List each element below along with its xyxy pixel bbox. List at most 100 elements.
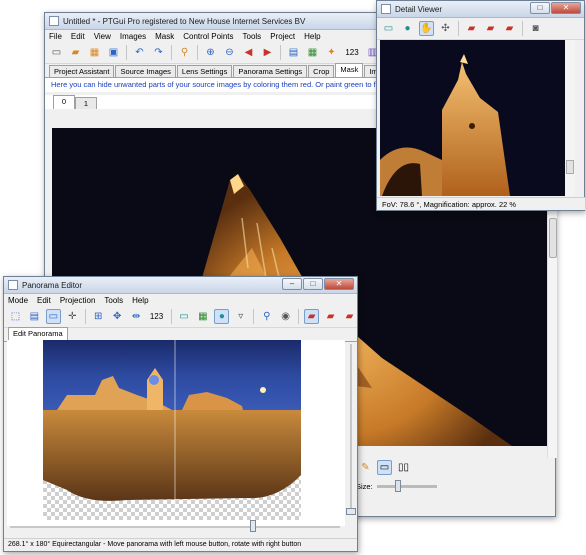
view-split-icon[interactable]: ▯▯ xyxy=(396,460,411,475)
preview-eye-icon[interactable]: ◉ xyxy=(278,309,293,324)
straighten-icon[interactable]: ⇹ xyxy=(129,309,144,324)
tab-panorama-settings[interactable]: Panorama Settings xyxy=(233,65,308,77)
brush-size-slider[interactable] xyxy=(376,480,437,492)
pano-menu-tools[interactable]: Tools xyxy=(104,296,123,305)
detail-cathedral-photo xyxy=(380,40,570,196)
menu-view[interactable]: View xyxy=(94,32,111,41)
pano-horizontal-slider[interactable] xyxy=(8,520,342,532)
pano-menu-projection[interactable]: Projection xyxy=(60,296,96,305)
pano-frame-icon[interactable]: ▭ xyxy=(177,309,192,324)
image-tab-1[interactable]: 1 xyxy=(75,97,97,109)
redo-icon[interactable]: ↷ xyxy=(151,45,166,60)
fit-panorama-icon[interactable]: ⊞ xyxy=(91,309,106,324)
pano-horizontal-knob[interactable] xyxy=(250,520,256,532)
panorama-preview-image xyxy=(43,340,301,520)
detail-viewer-title: Detail Viewer xyxy=(395,4,442,14)
view-single-icon[interactable]: ▭ xyxy=(377,460,392,475)
pano-zoom-icon[interactable]: ⚲ xyxy=(259,309,274,324)
pano-vertical-slider[interactable] xyxy=(346,340,356,526)
detail-titlebar[interactable]: Detail Viewer □ ✕ xyxy=(377,1,584,18)
tab-mask[interactable]: Mask xyxy=(335,63,364,77)
zoom-in-icon[interactable]: ⊕ xyxy=(203,45,218,60)
brush-size-label: Size: xyxy=(356,482,373,491)
view-mode-3-icon[interactable]: ▰ xyxy=(502,21,517,36)
zoom-out-icon[interactable]: ⊖ xyxy=(222,45,237,60)
pano-app-icon xyxy=(8,280,18,290)
layers-icon[interactable]: ▤ xyxy=(27,309,42,324)
detail-app-icon xyxy=(381,4,391,14)
tab-crop[interactable]: Crop xyxy=(308,65,335,77)
pano-grid-icon[interactable]: ▦ xyxy=(195,309,210,324)
dropdown-arrow-icon[interactable]: ▿ xyxy=(233,309,248,324)
edit-individual-icon[interactable]: ▭ xyxy=(45,309,61,324)
detail-maximize-button[interactable]: □ xyxy=(530,2,550,14)
fit-icon[interactable]: ◙ xyxy=(528,21,543,36)
pano-menu-edit[interactable]: Edit xyxy=(37,296,51,305)
view-mode-2-icon[interactable]: ▰ xyxy=(483,21,498,36)
table-editor-icon[interactable]: ▦ xyxy=(305,45,320,60)
move-tool-icon[interactable]: ✣ xyxy=(438,21,453,36)
pano-toolbar: ⬚ ▤ ▭ ✛ ⊞ ✥ ⇹ 123 ▭ ▦ ● ▿ ⚲ ◉ ▰ ▰ ▰ xyxy=(4,306,357,328)
previous-icon[interactable]: ◀ xyxy=(241,45,256,60)
panorama-editor-icon[interactable]: ▤ xyxy=(286,45,301,60)
menu-help[interactable]: Help xyxy=(304,32,320,41)
pano-maximize-button[interactable]: □ xyxy=(303,278,323,290)
pano-menu-help[interactable]: Help xyxy=(132,296,148,305)
tab-project-assistant[interactable]: Project Assistant xyxy=(49,65,115,77)
tips-icon[interactable]: ✦ xyxy=(324,45,339,60)
viewer-sphere-icon[interactable]: ● xyxy=(400,21,415,36)
pano-view-mode-1-icon[interactable]: ▰ xyxy=(304,309,320,324)
detail-status-bar: FoV: 78.6 °, Magnification: approx. 22 % xyxy=(377,197,585,210)
menu-tools[interactable]: Tools xyxy=(243,32,262,41)
new-project-icon[interactable]: ▭ xyxy=(49,45,64,60)
undo-icon[interactable]: ↶ xyxy=(132,45,147,60)
menu-edit[interactable]: Edit xyxy=(71,32,85,41)
control-points-icon[interactable]: ⚲ xyxy=(177,45,192,60)
pano-menubar: Mode Edit Projection Tools Help xyxy=(4,294,357,306)
pano-status-bar: 268.1° x 180° Equirectangular - Move pan… xyxy=(4,538,357,551)
next-icon[interactable]: ▶ xyxy=(260,45,275,60)
menu-file[interactable]: File xyxy=(49,32,62,41)
pano-titlebar[interactable]: Panorama Editor – □ ✕ xyxy=(4,277,357,294)
pano-minimize-button[interactable]: – xyxy=(282,278,302,290)
numeric-transform-button[interactable]: 123 xyxy=(343,45,361,60)
pano-sphere-icon[interactable]: ● xyxy=(214,309,230,324)
tab-lens-settings[interactable]: Lens Settings xyxy=(176,65,233,77)
pano-vertical-knob[interactable] xyxy=(346,508,356,515)
save-icon[interactable]: ▣ xyxy=(106,45,121,60)
view-mode-1-icon[interactable]: ▰ xyxy=(464,21,479,36)
mask-tools: ✎ ▭ ▯▯ xyxy=(358,460,411,475)
detail-vertical-scrollbar[interactable] xyxy=(565,40,575,196)
pano-menu-mode[interactable]: Mode xyxy=(8,296,28,305)
brush-icon[interactable]: ✎ xyxy=(358,460,373,475)
tab-edit-panorama[interactable]: Edit Panorama xyxy=(8,327,68,341)
select-image-icon[interactable]: ⬚ xyxy=(8,309,23,324)
pano-close-button[interactable]: ✕ xyxy=(324,278,354,290)
tab-source-images[interactable]: Source Images xyxy=(115,65,176,77)
panorama-preview-canvas[interactable] xyxy=(7,340,345,526)
pano-numeric-transform-button[interactable]: 123 xyxy=(148,309,166,324)
detail-toolbar: ▭ ● ✋ ✣ ▰ ▰ ▰ ◙ xyxy=(377,18,584,40)
menu-mask[interactable]: Mask xyxy=(155,32,174,41)
image-tab-0[interactable]: 0 xyxy=(53,95,75,109)
brush-size-row: Size: xyxy=(356,480,437,492)
pano-view-mode-3-icon[interactable]: ▰ xyxy=(342,309,357,324)
detail-close-button[interactable]: ✕ xyxy=(551,2,581,14)
crosshair-icon[interactable]: ✛ xyxy=(65,309,80,324)
menu-images[interactable]: Images xyxy=(120,32,146,41)
brush-size-knob[interactable] xyxy=(394,480,401,492)
menu-control-points[interactable]: Control Points xyxy=(183,32,233,41)
center-icon[interactable]: ✥ xyxy=(110,309,125,324)
pano-view-mode-2-icon[interactable]: ▰ xyxy=(323,309,338,324)
main-vscroll-thumb[interactable] xyxy=(549,218,557,258)
hand-tool-icon[interactable]: ✋ xyxy=(419,21,434,36)
detail-canvas[interactable] xyxy=(380,40,570,196)
panorama-editor-title: Panorama Editor xyxy=(22,280,83,290)
app-icon xyxy=(49,16,59,26)
load-images-icon[interactable]: ▦ xyxy=(87,45,102,60)
detail-vscroll-thumb[interactable] xyxy=(566,160,574,174)
menu-project[interactable]: Project xyxy=(270,32,295,41)
open-project-icon[interactable]: ▰ xyxy=(68,45,83,60)
main-window-title: Untitled * - PTGui Pro registered to New… xyxy=(63,16,306,26)
viewer-frame-icon[interactable]: ▭ xyxy=(381,21,396,36)
